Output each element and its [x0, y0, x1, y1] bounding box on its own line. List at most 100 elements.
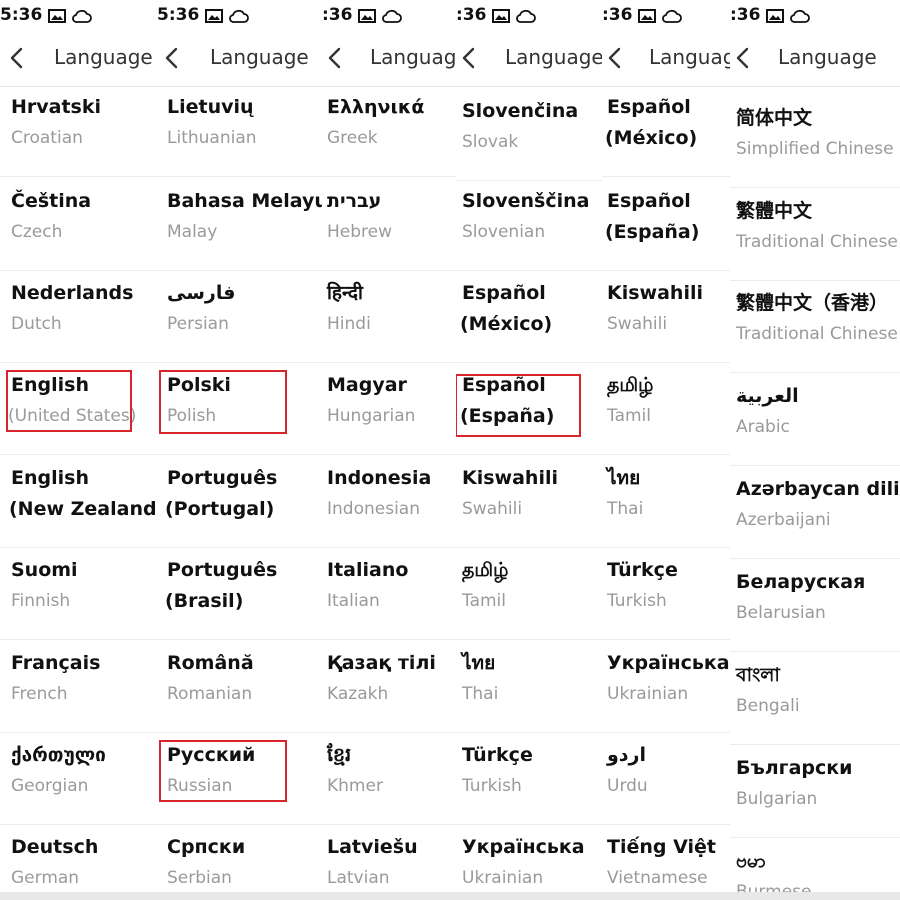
language-native-name-line2: (España) — [605, 221, 700, 243]
language-item[interactable]: Українська Ukrainian — [602, 644, 730, 736]
language-item[interactable]: Русский Russian — [157, 736, 322, 828]
language-native-name: Español — [607, 190, 691, 212]
back-arrow-icon[interactable] — [732, 46, 754, 70]
language-item[interactable]: English (New Zealand) — [0, 459, 157, 551]
language-item[interactable]: Español (México) — [602, 88, 730, 180]
language-item[interactable]: English (United States) — [0, 366, 157, 458]
language-item[interactable]: 繁體中文 Traditional Chinese — [730, 192, 900, 284]
language-item[interactable]: Tiếng Việt Vietnamese — [602, 828, 730, 900]
back-arrow-icon[interactable] — [324, 46, 346, 70]
status-bar: 5:36 — [0, 2, 93, 28]
language-item[interactable]: Slovenščina Slovenian — [456, 182, 602, 274]
language-item[interactable]: Čeština Czech — [0, 182, 157, 274]
language-item[interactable]: Indonesia Indonesian — [322, 459, 456, 551]
language-item[interactable]: 简体中文 Simplified Chinese — [730, 99, 900, 191]
language-item[interactable]: Қазақ тілі Kazakh — [322, 644, 456, 736]
language-item[interactable]: Slovenčina Slovak — [456, 92, 602, 184]
language-item[interactable]: עברית Hebrew — [322, 182, 456, 274]
back-arrow-icon[interactable] — [161, 46, 183, 70]
language-item[interactable]: Azərbaycan dili Azerbaijani — [730, 470, 900, 562]
back-arrow-icon[interactable] — [458, 46, 480, 70]
language-english-name: Russian — [167, 776, 233, 796]
language-item[interactable]: Ελληνικά Greek — [322, 88, 456, 180]
item-divider — [602, 732, 730, 733]
language-native-name: Deutsch — [11, 836, 99, 858]
language-item[interactable]: Português (Brasil) — [157, 551, 322, 643]
header-divider — [322, 86, 456, 87]
language-item[interactable]: Kiswahili Swahili — [602, 274, 730, 366]
language-english-name: Swahili — [607, 314, 668, 334]
language-item[interactable]: Română Romanian — [157, 644, 322, 736]
language-native-name: Ελληνικά — [327, 96, 425, 118]
language-item[interactable]: Nederlands Dutch — [0, 274, 157, 366]
language-native-name: Български — [736, 757, 853, 779]
language-item[interactable]: اردو Urdu — [602, 736, 730, 828]
language-item[interactable]: Español (México) — [456, 274, 602, 366]
language-screen-5: :36 Language Español (México) Español (España… — [602, 0, 730, 900]
item-divider — [456, 180, 602, 181]
header-divider — [602, 86, 730, 87]
language-item[interactable]: বাংলা Bengali — [730, 656, 900, 748]
back-arrow-icon[interactable] — [604, 46, 626, 70]
language-english-name: Thai — [462, 684, 499, 704]
item-divider — [456, 824, 602, 825]
language-english-name: Kazakh — [327, 684, 389, 704]
language-item[interactable]: Српски Serbian — [157, 828, 322, 900]
language-item[interactable]: Kiswahili Swahili — [456, 459, 602, 551]
language-item[interactable]: Latviešu Latvian — [322, 828, 456, 900]
language-english-name: Bengali — [736, 696, 800, 716]
language-item[interactable]: 繁體中文（香港） Traditional Chinese — [730, 284, 900, 376]
item-divider — [322, 454, 456, 455]
language-item[interactable]: Español (España) — [602, 182, 730, 274]
language-item[interactable]: Deutsch German — [0, 828, 157, 900]
language-native-name: Italiano — [327, 559, 409, 581]
status-bar: 5:36 — [157, 2, 250, 28]
language-item[interactable]: தமிழ் Tamil — [456, 551, 602, 643]
language-item[interactable]: Français French — [0, 644, 157, 736]
bottom-strip — [730, 892, 900, 900]
language-item[interactable]: Bahasa Melayu Malay — [157, 182, 322, 274]
status-time: 5:36 — [0, 5, 43, 25]
language-item[interactable]: Português (Portugal) — [157, 459, 322, 551]
language-native-name: Azərbaycan dili — [736, 478, 900, 500]
item-divider — [730, 372, 900, 373]
language-item[interactable]: Suomi Finnish — [0, 551, 157, 643]
language-native-name: Türkçe — [607, 559, 678, 581]
language-item[interactable]: हिन्दी Hindi — [322, 274, 456, 366]
language-item[interactable]: Türkçe Turkish — [602, 551, 730, 643]
language-item[interactable]: Українська Ukrainian — [456, 828, 602, 900]
language-item[interactable]: العربية Arabic — [730, 377, 900, 469]
language-native-name: Kiswahili — [607, 282, 703, 304]
language-item[interactable]: Türkçe Turkish — [456, 736, 602, 828]
back-arrow-icon[interactable] — [6, 46, 28, 70]
language-english-name: Slovak — [462, 132, 519, 152]
language-native-name-line2: (España) — [460, 405, 555, 427]
language-native-name: Қазақ тілі — [327, 652, 436, 674]
language-native-name: Беларуская — [736, 571, 866, 593]
language-native-name: বাংলা — [736, 664, 780, 686]
language-item[interactable]: ខ្មែរ Khmer — [322, 736, 456, 828]
page-title: Language — [54, 45, 153, 69]
language-item[interactable]: ไทย Thai — [456, 644, 602, 736]
language-item[interactable]: فارسی Persian — [157, 274, 322, 366]
item-divider — [157, 270, 322, 271]
language-item[interactable]: Български Bulgarian — [730, 749, 900, 841]
item-divider — [730, 837, 900, 838]
language-item[interactable]: Lietuvių Lithuanian — [157, 88, 322, 180]
language-item[interactable]: Español (España) — [456, 366, 602, 458]
language-item[interactable]: ქართული Georgian — [0, 736, 157, 828]
language-item[interactable]: ไทย Thai — [602, 459, 730, 551]
language-item[interactable]: Hrvatski Croatian — [0, 88, 157, 180]
language-item[interactable]: Italiano Italian — [322, 551, 456, 643]
cloud-icon — [382, 8, 403, 23]
status-time: :36 — [602, 5, 633, 25]
item-divider — [456, 270, 602, 271]
language-english-name: Azerbaijani — [736, 510, 831, 530]
language-item[interactable]: Polski Polish — [157, 366, 322, 458]
language-item[interactable]: Беларуская Belarusian — [730, 563, 900, 655]
language-native-name: Latviešu — [327, 836, 418, 858]
language-item[interactable]: Magyar Hungarian — [322, 366, 456, 458]
cloud-icon — [516, 8, 537, 23]
language-item[interactable]: தமிழ் Tamil — [602, 366, 730, 458]
language-english-name: Italian — [327, 591, 380, 611]
